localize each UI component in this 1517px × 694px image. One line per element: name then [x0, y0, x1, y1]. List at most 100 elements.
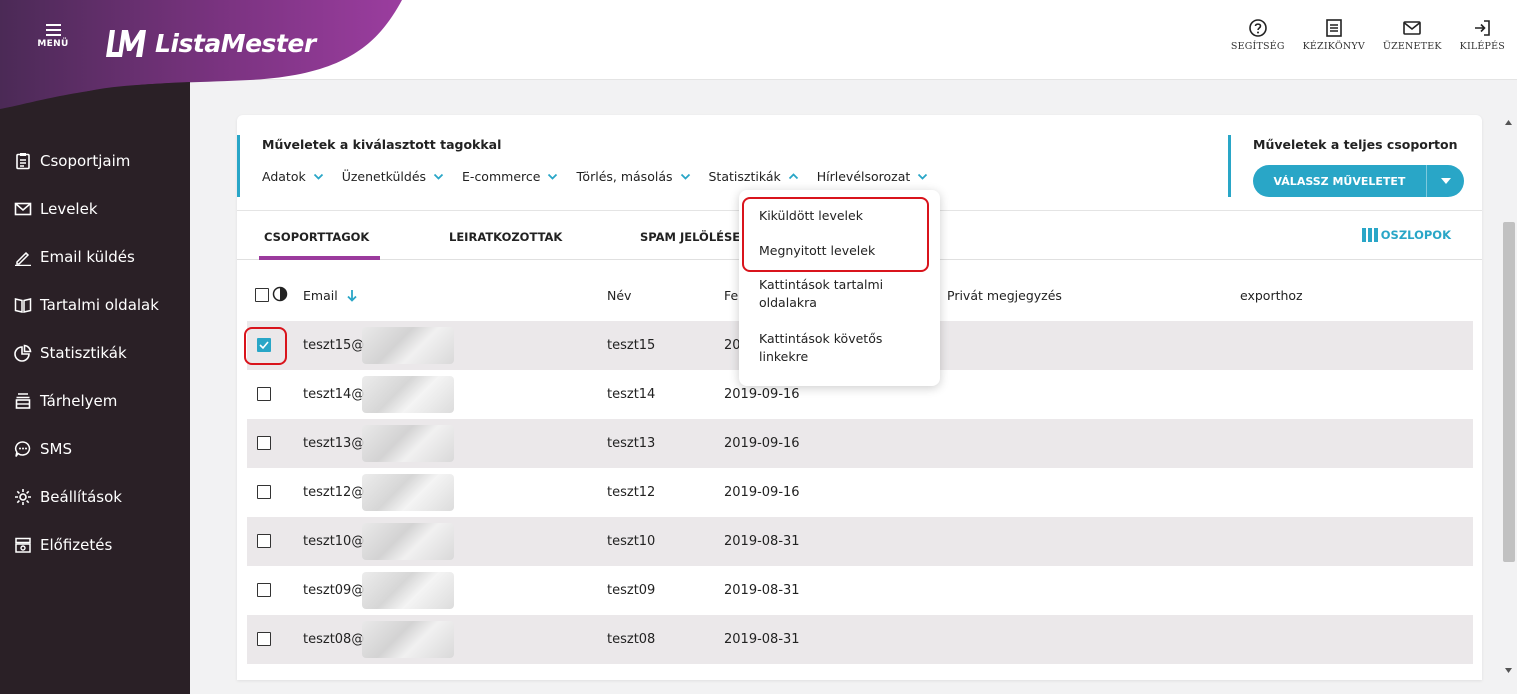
sidebar-item-elofizetes[interactable]: Előfizetés	[14, 536, 112, 554]
op-label: Adatok	[262, 169, 306, 184]
sidebar-item-label: Tartalmi oldalak	[40, 296, 159, 314]
op-label: Statisztikák	[708, 169, 781, 184]
op-label: Törlés, másolás	[576, 169, 673, 184]
row-date: 2019-09-16	[724, 436, 800, 451]
logout-button[interactable]: KILÉPÉS	[1460, 18, 1505, 52]
row-checkbox[interactable]	[257, 632, 271, 646]
chevron-down-icon	[433, 173, 444, 180]
row-email: teszt15@	[303, 338, 365, 353]
manual-button[interactable]: KÉZIKÖNYV	[1303, 18, 1365, 52]
group-operations: Műveletek a teljes csoporton VÁLASSZ MŰV…	[1228, 135, 1464, 197]
export-column-header[interactable]: exporthoz	[1240, 288, 1303, 303]
row-date: 2019-09-16	[724, 485, 800, 500]
scrollbar[interactable]	[1500, 112, 1517, 682]
row-checkbox[interactable]	[257, 534, 271, 548]
op-uzenetkuldes[interactable]: Üzenetküldés	[342, 169, 444, 184]
table-row[interactable]: teszt09@ teszt09 2019-08-31	[247, 566, 1473, 615]
scroll-up-icon[interactable]	[1505, 120, 1512, 125]
row-name: teszt08	[607, 632, 656, 647]
menu-item-content-page-clicks[interactable]: Kattintások tartalmi oldalakra	[759, 276, 924, 312]
row-date: 2019-08-31	[724, 583, 800, 598]
table-row[interactable]: teszt12@ teszt12 2019-09-16	[247, 468, 1473, 517]
email-column-header[interactable]: Email	[303, 288, 338, 303]
select-all-checkbox[interactable]	[255, 288, 269, 302]
tab-spam-jelolese[interactable]: SPAM JELÖLÉSE	[640, 230, 740, 244]
sidebar-item-beallitasok[interactable]: Beállítások	[14, 488, 122, 506]
help-label: SEGÍTSÉG	[1230, 41, 1285, 52]
group-operations-title: Műveletek a teljes csoporton	[1253, 137, 1458, 152]
name-column-header[interactable]: Név	[607, 288, 631, 303]
op-statisztikak[interactable]: Statisztikák	[709, 169, 799, 184]
op-label: E-commerce	[462, 169, 541, 184]
selected-members-operations: Műveletek a kiválasztott tagokkal Adatok…	[237, 135, 928, 197]
tab-leiratkozottak[interactable]: LEIRATKOZOTTAK	[449, 230, 562, 244]
row-checkbox[interactable]	[257, 583, 271, 597]
private-note-column-header[interactable]: Privát megjegyzés	[947, 288, 1062, 303]
sidebar-item-label: Beállítások	[40, 488, 122, 506]
row-checkbox[interactable]	[257, 387, 271, 401]
manual-label: KÉZIKÖNYV	[1302, 41, 1365, 52]
operations-menu: Adatok Üzenetküldés E-commerce Törlés, m…	[262, 169, 928, 184]
messages-button[interactable]: ÜZENETEK	[1383, 18, 1442, 52]
help-icon	[1248, 19, 1267, 37]
highlight-box	[742, 197, 929, 272]
sidebar-item-statisztikak[interactable]: Statisztikák	[14, 344, 127, 362]
operations-title: Műveletek a kiválasztott tagokkal	[262, 137, 502, 152]
table-row[interactable]: teszt10@ teszt10 2019-08-31	[247, 517, 1473, 566]
chevron-up-icon	[788, 173, 798, 180]
chevron-down-icon	[548, 173, 558, 180]
row-name: teszt13	[607, 436, 656, 451]
contrast-icon[interactable]	[272, 286, 288, 302]
columns-icon	[1361, 228, 1378, 242]
sidebar-item-email-kuldes[interactable]: Email küldés	[14, 248, 135, 266]
op-torles-masolas[interactable]: Törlés, másolás	[576, 169, 690, 184]
redacted-email-domain	[362, 327, 454, 364]
columns-button[interactable]: OSZLOPOK	[1361, 228, 1451, 242]
row-email: teszt12@	[303, 485, 365, 500]
sidebar-item-label: Email küldés	[40, 248, 135, 266]
chevron-down-icon	[313, 173, 323, 180]
envelope-icon	[14, 202, 32, 216]
sidebar-item-label: Tárhelyem	[40, 392, 118, 410]
row-checkbox[interactable]	[257, 485, 271, 499]
redacted-email-domain	[362, 572, 454, 609]
redacted-email-domain	[362, 474, 454, 511]
active-tab-indicator	[259, 256, 380, 260]
book-icon	[14, 298, 32, 313]
logo-mark-icon	[106, 30, 146, 57]
table-row[interactable]: teszt13@ teszt13 2019-09-16	[247, 419, 1473, 468]
sort-down-icon[interactable]	[347, 290, 357, 302]
chevron-down-icon	[918, 173, 928, 180]
sidebar-curve	[0, 82, 190, 112]
scroll-thumb[interactable]	[1503, 222, 1515, 562]
redacted-email-domain	[362, 523, 454, 560]
menu-item-tracked-link-clicks[interactable]: Kattintások követős linkekre	[759, 330, 924, 366]
sidebar-item-tartalmi-oldalak[interactable]: Tartalmi oldalak	[14, 296, 159, 314]
gear-icon	[15, 489, 31, 505]
table-row[interactable]: teszt08@ teszt08 2019-08-31	[247, 615, 1473, 664]
help-button[interactable]: SEGÍTSÉG	[1231, 18, 1285, 52]
sidebar-item-levelek[interactable]: Levelek	[14, 200, 98, 218]
caret-down-icon[interactable]	[1426, 165, 1464, 197]
op-e-commerce[interactable]: E-commerce	[462, 169, 558, 184]
row-checkbox[interactable]	[257, 436, 271, 450]
logo[interactable]: ListaMester	[103, 25, 316, 61]
row-date: 2019-09-16	[724, 387, 800, 402]
highlight-box	[244, 327, 287, 365]
sidebar-item-csoportjaim[interactable]: Csoportjaim	[14, 152, 130, 170]
row-name: teszt12	[607, 485, 656, 500]
scroll-down-icon[interactable]	[1505, 668, 1512, 673]
redacted-email-domain	[362, 425, 454, 462]
chat-bubble-icon	[14, 441, 31, 457]
op-label: Üzenetküldés	[341, 169, 427, 184]
sidebar-item-sms[interactable]: SMS	[14, 440, 72, 458]
tab-csoporttagok[interactable]: CSOPORTTAGOK	[264, 230, 369, 244]
sidebar-item-tarhelyem[interactable]: Tárhelyem	[14, 392, 117, 410]
select-operation-button[interactable]: VÁLASSZ MŰVELETET	[1253, 165, 1464, 197]
row-name: teszt14	[607, 387, 656, 402]
op-adatok[interactable]: Adatok	[262, 169, 324, 184]
op-hirlevelsorozat[interactable]: Hírlevélsorozat	[817, 169, 929, 184]
pie-chart-icon	[14, 344, 32, 362]
date-column-header[interactable]: Fe	[724, 288, 738, 303]
menu-button[interactable]: MENÜ	[33, 24, 73, 60]
